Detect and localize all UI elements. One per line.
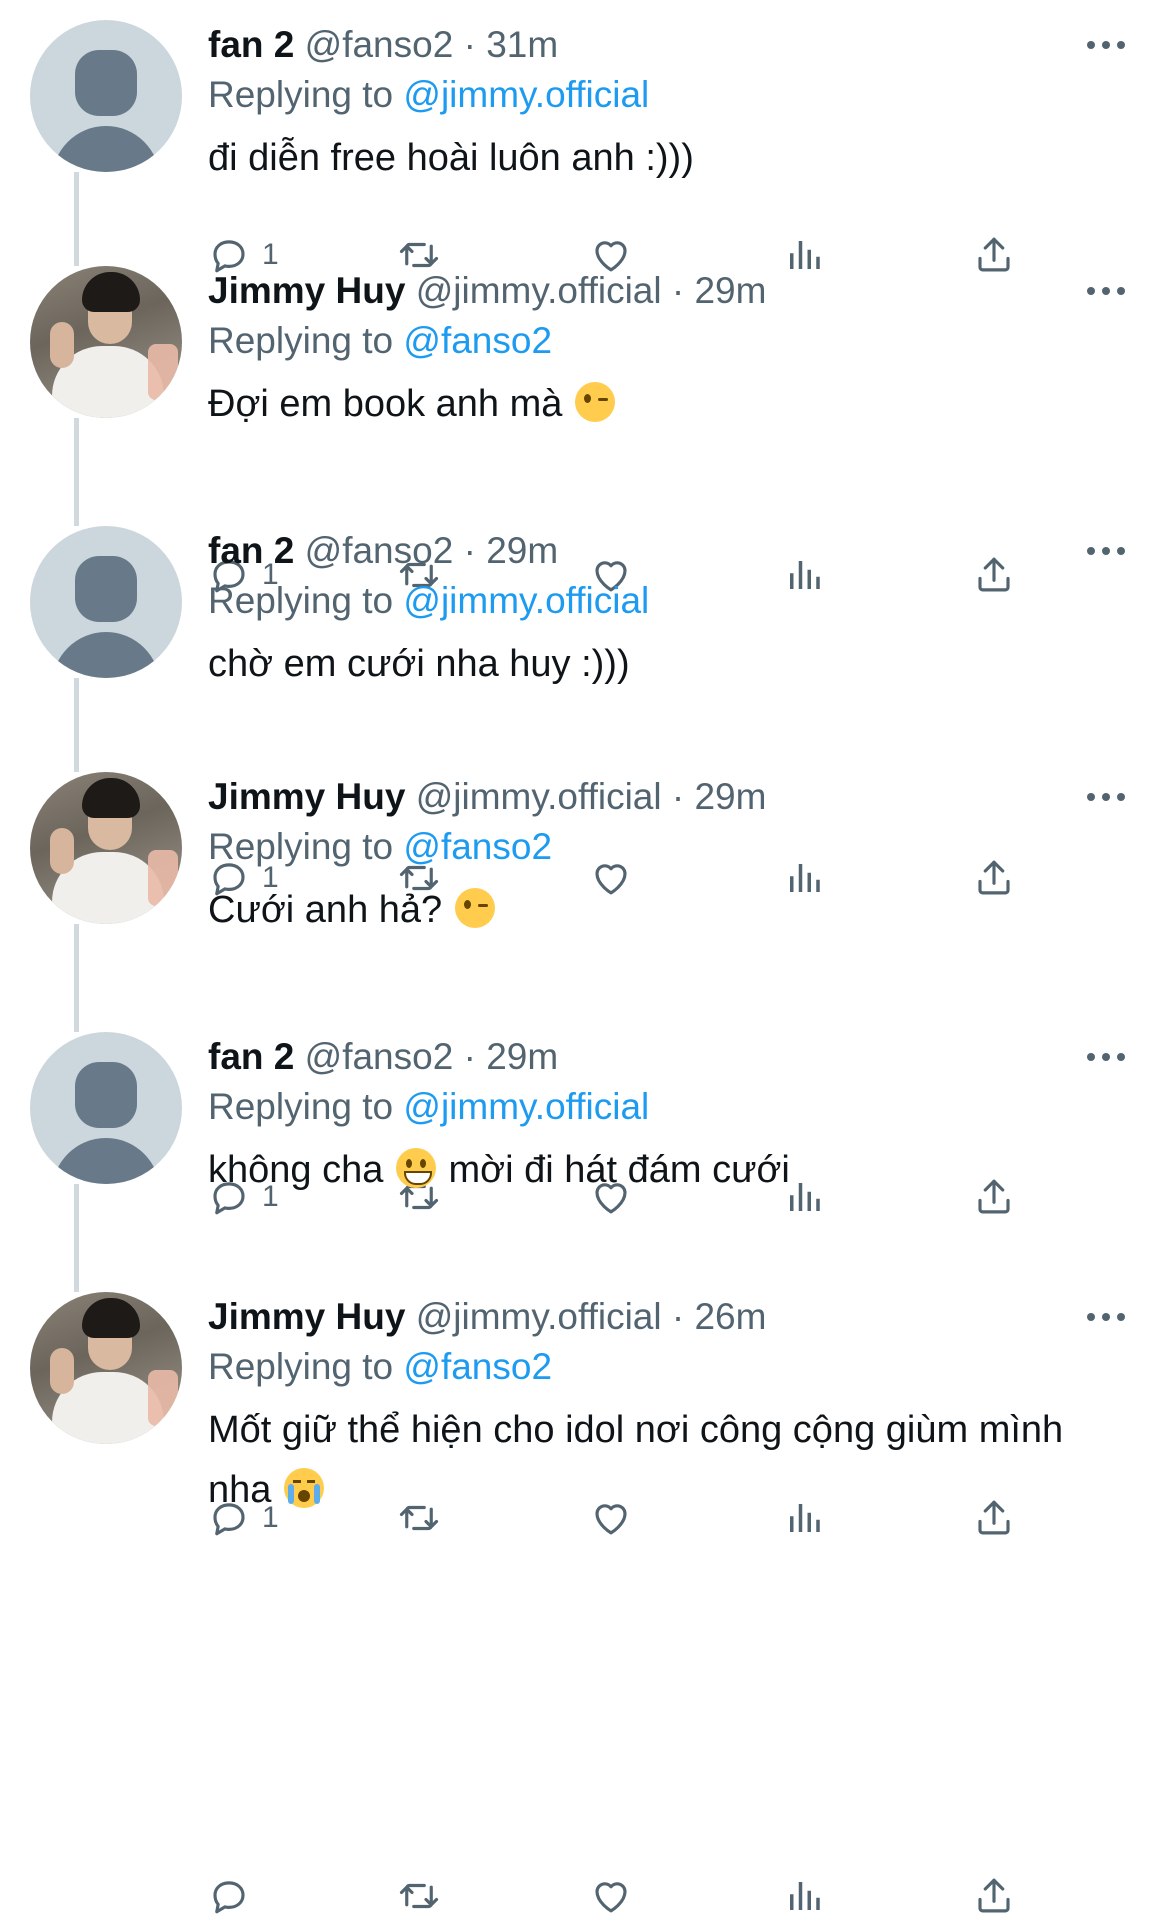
- replying-to: Replying to @fanso2: [208, 822, 1108, 872]
- profile-photo-avatar[interactable]: [30, 266, 182, 418]
- timestamp[interactable]: 29m: [486, 530, 558, 571]
- tweet-header: fan 2 @fanso2 · 29m: [208, 1032, 1108, 1082]
- display-name[interactable]: fan 2: [208, 1036, 294, 1077]
- tweet-text: chờ em cưới nha huy :))): [208, 634, 1108, 694]
- display-name[interactable]: fan 2: [208, 530, 294, 571]
- default-avatar[interactable]: [30, 1032, 182, 1184]
- profile-photo-avatar[interactable]: [30, 1292, 182, 1444]
- display-name[interactable]: Jimmy Huy: [208, 776, 405, 817]
- separator-dot: ·: [671, 776, 685, 817]
- retweet-button[interactable]: [398, 1866, 440, 1926]
- tweet-text: Mốt giữ thể hiện cho idol nơi công cộng …: [208, 1400, 1108, 1520]
- replying-to: Replying to @jimmy.official: [208, 70, 1108, 120]
- tweet-text-body: đi diễn free hoài luôn anh :))): [208, 137, 694, 179]
- tweet-header: Jimmy Huy @jimmy.official · 29m: [208, 772, 1108, 822]
- reply-button[interactable]: [208, 1866, 250, 1926]
- timestamp[interactable]: 31m: [486, 24, 558, 65]
- replying-to-label: Replying to: [208, 1086, 394, 1127]
- timestamp[interactable]: 29m: [694, 776, 766, 817]
- tweet-header: fan 2 @fanso2 · 31m: [208, 20, 1108, 70]
- reply-thread: fan 2 @fanso2 · 31m Replying to @jimmy.of…: [0, 0, 1160, 1920]
- like-icon: [590, 1875, 632, 1917]
- replying-to-label: Replying to: [208, 1346, 394, 1387]
- replying-to-label: Replying to: [208, 74, 394, 115]
- separator-dot: ·: [463, 1036, 476, 1077]
- like-button[interactable]: [590, 1866, 632, 1926]
- separator-dot: ·: [463, 530, 476, 571]
- more-options-icon[interactable]: [1080, 20, 1132, 70]
- timestamp[interactable]: 29m: [486, 1036, 558, 1077]
- tweet-actions: [208, 1866, 1028, 1926]
- default-avatar[interactable]: [30, 526, 182, 678]
- mention-link[interactable]: @jimmy.official: [403, 74, 649, 115]
- thread-connector-line: [74, 1184, 79, 1292]
- user-handle[interactable]: @jimmy.official: [416, 270, 662, 311]
- timestamp[interactable]: 26m: [694, 1296, 766, 1337]
- tweet-text: Đợi em book anh mà: [208, 374, 1108, 434]
- views-icon: [783, 1875, 825, 1917]
- default-avatar[interactable]: [30, 20, 182, 172]
- share-icon: [973, 1875, 1015, 1917]
- tweet-text-body: Mốt giữ thể hiện cho idol nơi công cộng …: [208, 1409, 1064, 1511]
- replying-to-label: Replying to: [208, 320, 394, 361]
- mention-link[interactable]: @jimmy.official: [403, 1086, 649, 1127]
- separator-dot: ·: [671, 1296, 685, 1337]
- user-handle[interactable]: @fanso2: [305, 530, 454, 571]
- timestamp[interactable]: 29m: [694, 270, 766, 311]
- thread-connector-line: [74, 924, 79, 1032]
- mention-link[interactable]: @fanso2: [403, 320, 552, 361]
- separator-dot: ·: [463, 24, 476, 65]
- tweet-header: Jimmy Huy @jimmy.official · 26m: [208, 1292, 1108, 1342]
- tweet-header: fan 2 @fanso2 · 29m: [208, 526, 1108, 576]
- views-button[interactable]: [783, 1866, 825, 1926]
- user-handle[interactable]: @fanso2: [305, 1036, 454, 1077]
- more-options-icon[interactable]: [1080, 1032, 1132, 1082]
- display-name[interactable]: Jimmy Huy: [208, 270, 405, 311]
- more-options-icon[interactable]: [1080, 772, 1132, 822]
- winking-face-emoji: [454, 888, 495, 928]
- reply-icon: [208, 1875, 250, 1917]
- grinning-face-emoji: [395, 1148, 436, 1188]
- thread-connector-line: [74, 418, 79, 526]
- tweet-header: Jimmy Huy @jimmy.official · 29m: [208, 266, 1108, 316]
- tweet-text-body: Cưới anh hả?: [208, 889, 443, 931]
- mention-link[interactable]: @jimmy.official: [403, 580, 649, 621]
- profile-photo-avatar[interactable]: [30, 772, 182, 924]
- crying-face-emoji: [283, 1468, 324, 1508]
- replying-to: Replying to @fanso2: [208, 1342, 1108, 1392]
- tweet-text: đi diễn free hoài luôn anh :))): [208, 128, 1108, 188]
- thread-connector-line: [74, 678, 79, 772]
- display-name[interactable]: fan 2: [208, 24, 294, 65]
- tweet-text: không cha mời đi hát đám cưới: [208, 1140, 1108, 1200]
- replying-to-label: Replying to: [208, 826, 394, 867]
- replying-to: Replying to @fanso2: [208, 316, 1108, 366]
- user-handle[interactable]: @jimmy.official: [416, 1296, 662, 1337]
- winking-face-emoji: [574, 382, 615, 422]
- tweet-text-body: Đợi em book anh mà: [208, 383, 563, 425]
- tweet-text-body: không cha: [208, 1149, 384, 1191]
- more-options-icon[interactable]: [1080, 1292, 1132, 1342]
- thread-connector-line: [74, 172, 79, 266]
- share-button[interactable]: [973, 1866, 1015, 1926]
- user-handle[interactable]: @fanso2: [305, 24, 454, 65]
- user-handle[interactable]: @jimmy.official: [416, 776, 662, 817]
- mention-link[interactable]: @fanso2: [403, 826, 552, 867]
- display-name[interactable]: Jimmy Huy: [208, 1296, 405, 1337]
- retweet-icon: [398, 1875, 440, 1917]
- replying-to: Replying to @jimmy.official: [208, 576, 1108, 626]
- replying-to-label: Replying to: [208, 580, 394, 621]
- mention-link[interactable]: @fanso2: [403, 1346, 552, 1387]
- tweet-text: Cưới anh hả?: [208, 880, 1108, 940]
- replying-to: Replying to @jimmy.official: [208, 1082, 1108, 1132]
- more-options-icon[interactable]: [1080, 526, 1132, 576]
- tweet-text-after-emoji: mời đi hát đám cưới: [448, 1149, 790, 1191]
- separator-dot: ·: [671, 270, 685, 311]
- more-options-icon[interactable]: [1080, 266, 1132, 316]
- tweet-text-body: chờ em cưới nha huy :))): [208, 643, 630, 685]
